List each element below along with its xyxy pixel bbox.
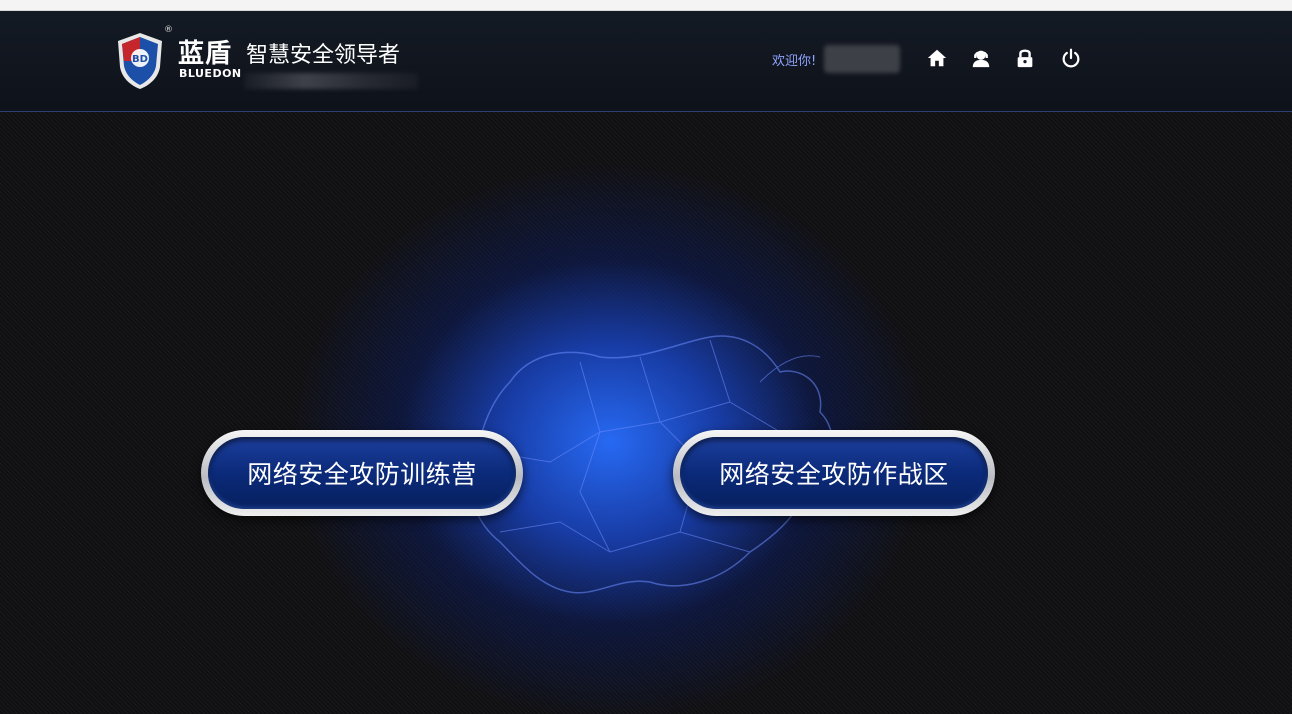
brand-slogan: 智慧安全领导者 (246, 43, 401, 68)
home-button[interactable] (924, 45, 950, 71)
training-camp-label: 网络安全攻防训练营 (208, 437, 516, 509)
battle-zone-button[interactable]: 网络安全攻防作战区 (673, 430, 995, 516)
brand-name-cn: 蓝盾 (178, 39, 233, 69)
power-icon (1062, 48, 1080, 68)
brand-logo[interactable]: BD ® 蓝盾 BLUEDON 智慧安全领导者 (114, 25, 434, 93)
shield-logo-icon: BD (118, 33, 162, 89)
battle-zone-label: 网络安全攻防作战区 (680, 437, 988, 509)
lock-icon (1017, 49, 1033, 68)
home-icon (927, 49, 947, 67)
user-support-button[interactable] (968, 45, 994, 71)
brand-name-en: BLUEDON (179, 67, 242, 80)
user-support-icon (972, 50, 990, 68)
header-bar: BD ® 蓝盾 BLUEDON 智慧安全领导者 欢迎你! (0, 11, 1292, 112)
registered-mark: ® (164, 25, 173, 35)
browser-top-strip (0, 0, 1292, 11)
main-area: 网络安全攻防训练营 网络安全攻防作战区 (0, 112, 1292, 714)
lock-button[interactable] (1012, 45, 1038, 71)
logout-button[interactable] (1058, 45, 1084, 71)
shield-text: BD (132, 54, 148, 65)
redacted-subtitle (244, 73, 418, 89)
welcome-text: 欢迎你! (772, 54, 817, 69)
training-camp-button[interactable]: 网络安全攻防训练营 (201, 430, 523, 516)
redacted-username (824, 45, 900, 73)
